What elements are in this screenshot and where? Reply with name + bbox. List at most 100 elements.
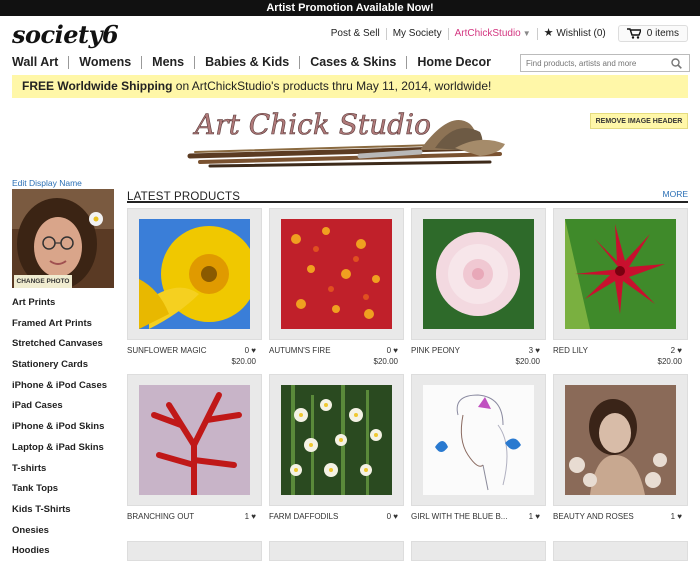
like-count: 3 — [528, 346, 534, 355]
product-frame[interactable] — [269, 374, 404, 506]
heart-icon: ♥ — [677, 346, 682, 355]
product-frame[interactable] — [269, 541, 404, 561]
sidebar-item-tank-tops[interactable]: Tank Tops — [12, 483, 107, 504]
sidebar-item-iphone-cases[interactable]: iPhone & iPod Cases — [12, 380, 107, 401]
like-count: 0 — [244, 346, 250, 355]
remove-header-button[interactable]: REMOVE IMAGE HEADER — [590, 113, 688, 129]
product-image — [139, 219, 250, 329]
sidebar-item-stationery-cards[interactable]: Stationery Cards — [12, 359, 107, 380]
product-image — [565, 219, 676, 329]
product-meta: RED LILY 2 ♥ $20.00 — [553, 340, 688, 366]
my-society-link[interactable]: My Society — [387, 27, 449, 40]
avatar: CHANGE PHOTO — [12, 189, 114, 288]
product-frame[interactable] — [269, 208, 404, 340]
product-name[interactable]: FARM DAFFODILS — [269, 512, 338, 521]
post-sell-link[interactable]: Post & Sell — [325, 27, 387, 40]
sidebar-item-framed-art-prints[interactable]: Framed Art Prints — [12, 318, 107, 339]
nav-wall-art[interactable]: Wall Art — [12, 56, 70, 69]
banner-text: on ArtChickStudio's products thru May 11… — [172, 79, 492, 93]
product-frame[interactable] — [411, 374, 546, 506]
product-meta: AUTUMN'S FIRE 0 ♥ $20.00 — [269, 340, 404, 366]
account-menu[interactable]: ArtChickStudio ▼ — [449, 27, 538, 40]
product-name[interactable]: BEAUTY AND ROSES — [553, 512, 634, 521]
heart-icon: ♥ — [677, 512, 682, 521]
product-image — [423, 219, 534, 329]
product-image — [565, 385, 676, 495]
product-card[interactable]: GIRL WITH THE BLUE B... 1 ♥ — [411, 374, 546, 532]
star-icon: ★ — [543, 27, 554, 39]
product-card[interactable]: BRANCHING OUT 1 ♥ — [127, 374, 262, 532]
sidebar-item-hoodies[interactable]: Hoodies — [12, 545, 107, 566]
sidebar-item-stretched-canvases[interactable]: Stretched Canvases — [12, 338, 107, 359]
product-likes[interactable]: 0 ♥ — [387, 512, 398, 521]
heart-icon: ♥ — [535, 346, 540, 355]
change-photo-button[interactable]: CHANGE PHOTO — [14, 275, 72, 288]
product-meta: FARM DAFFODILS 0 ♥ — [269, 506, 404, 532]
nav-babies-kids[interactable]: Babies & Kids — [195, 56, 301, 69]
more-link[interactable]: MORE — [663, 189, 689, 199]
product-card[interactable]: AUTUMN'S FIRE 0 ♥ $20.00 — [269, 208, 404, 366]
sidebar-item-kids-tshirts[interactable]: Kids T-Shirts — [12, 504, 107, 525]
studio-header-image: Art Chick Studio — [187, 108, 505, 168]
promo-text[interactable]: Artist Promotion Available Now! — [266, 2, 433, 14]
cart-button[interactable]: 0 items — [617, 25, 688, 42]
promo-bar[interactable]: Artist Promotion Available Now! — [0, 0, 700, 16]
nav-womens[interactable]: Womens — [69, 56, 143, 69]
product-likes[interactable]: 0 ♥ — [245, 346, 256, 355]
like-count: 0 — [386, 512, 392, 521]
product-price: $20.00 — [657, 357, 682, 366]
product-card[interactable]: RED LILY 2 ♥ $20.00 — [553, 208, 688, 366]
heart-icon: ♥ — [251, 346, 256, 355]
product-meta: PINK PEONY 3 ♥ $20.00 — [411, 340, 546, 366]
product-price: $20.00 — [515, 357, 540, 366]
society6-logo[interactable]: society6 — [12, 20, 119, 49]
product-frame[interactable] — [127, 541, 262, 561]
product-card[interactable]: SUNFLOWER MAGIC 0 ♥ $20.00 — [127, 208, 262, 366]
section-title: LATEST PRODUCTS — [127, 191, 241, 203]
nav-home-decor[interactable]: Home Decor — [407, 56, 501, 69]
shipping-banner[interactable]: FREE Worldwide Shipping on ArtChickStudi… — [12, 75, 688, 98]
search-input[interactable] — [521, 56, 666, 70]
product-frame[interactable] — [127, 208, 262, 340]
product-card[interactable]: BEAUTY AND ROSES 1 ♥ — [553, 374, 688, 532]
product-likes[interactable]: 1 ♥ — [671, 512, 682, 521]
like-count: 1 — [670, 512, 676, 521]
product-image — [423, 385, 534, 495]
product-name[interactable]: AUTUMN'S FIRE — [269, 346, 331, 355]
sidebar-nav: Art Prints Framed Art Prints Stretched C… — [12, 297, 107, 566]
product-card[interactable]: PINK PEONY 3 ♥ $20.00 — [411, 208, 546, 366]
nav-mens[interactable]: Mens — [142, 56, 196, 69]
sidebar-item-ipad-cases[interactable]: iPad Cases — [12, 400, 107, 421]
product-name[interactable]: SUNFLOWER MAGIC — [127, 346, 207, 355]
product-likes[interactable]: 1 ♥ — [529, 512, 540, 521]
product-frame[interactable] — [553, 374, 688, 506]
product-name[interactable]: RED LILY — [553, 346, 588, 355]
sidebar-item-tshirts[interactable]: T-shirts — [12, 463, 107, 484]
product-meta: BRANCHING OUT 1 ♥ — [127, 506, 262, 532]
account-name: ArtChickStudio — [454, 27, 521, 39]
wishlist-link[interactable]: ★ Wishlist (0) — [538, 27, 612, 40]
nav-cases-skins[interactable]: Cases & Skins — [300, 56, 408, 69]
product-name[interactable]: BRANCHING OUT — [127, 512, 194, 521]
product-likes[interactable]: 1 ♥ — [245, 512, 256, 521]
heart-icon: ♥ — [393, 346, 398, 355]
product-frame[interactable] — [411, 208, 546, 340]
search-icon[interactable] — [666, 55, 686, 71]
product-name[interactable]: PINK PEONY — [411, 346, 460, 355]
sidebar-item-onesies[interactable]: Onesies — [12, 525, 107, 546]
product-likes[interactable]: 0 ♥ — [387, 346, 398, 355]
product-frame[interactable] — [127, 374, 262, 506]
search-box — [520, 54, 690, 72]
product-name[interactable]: GIRL WITH THE BLUE B... — [411, 512, 507, 521]
like-count: 1 — [244, 512, 250, 521]
product-likes[interactable]: 2 ♥ — [671, 346, 682, 355]
sidebar-item-laptop-skins[interactable]: Laptop & iPad Skins — [12, 442, 107, 463]
product-likes[interactable]: 3 ♥ — [529, 346, 540, 355]
product-frame[interactable] — [411, 541, 546, 561]
product-card[interactable]: FARM DAFFODILS 0 ♥ — [269, 374, 404, 532]
edit-display-name-link[interactable]: Edit Display Name — [12, 178, 82, 188]
product-frame[interactable] — [553, 208, 688, 340]
product-frame[interactable] — [553, 541, 688, 561]
sidebar-item-art-prints[interactable]: Art Prints — [12, 297, 107, 318]
sidebar-item-iphone-skins[interactable]: iPhone & iPod Skins — [12, 421, 107, 442]
